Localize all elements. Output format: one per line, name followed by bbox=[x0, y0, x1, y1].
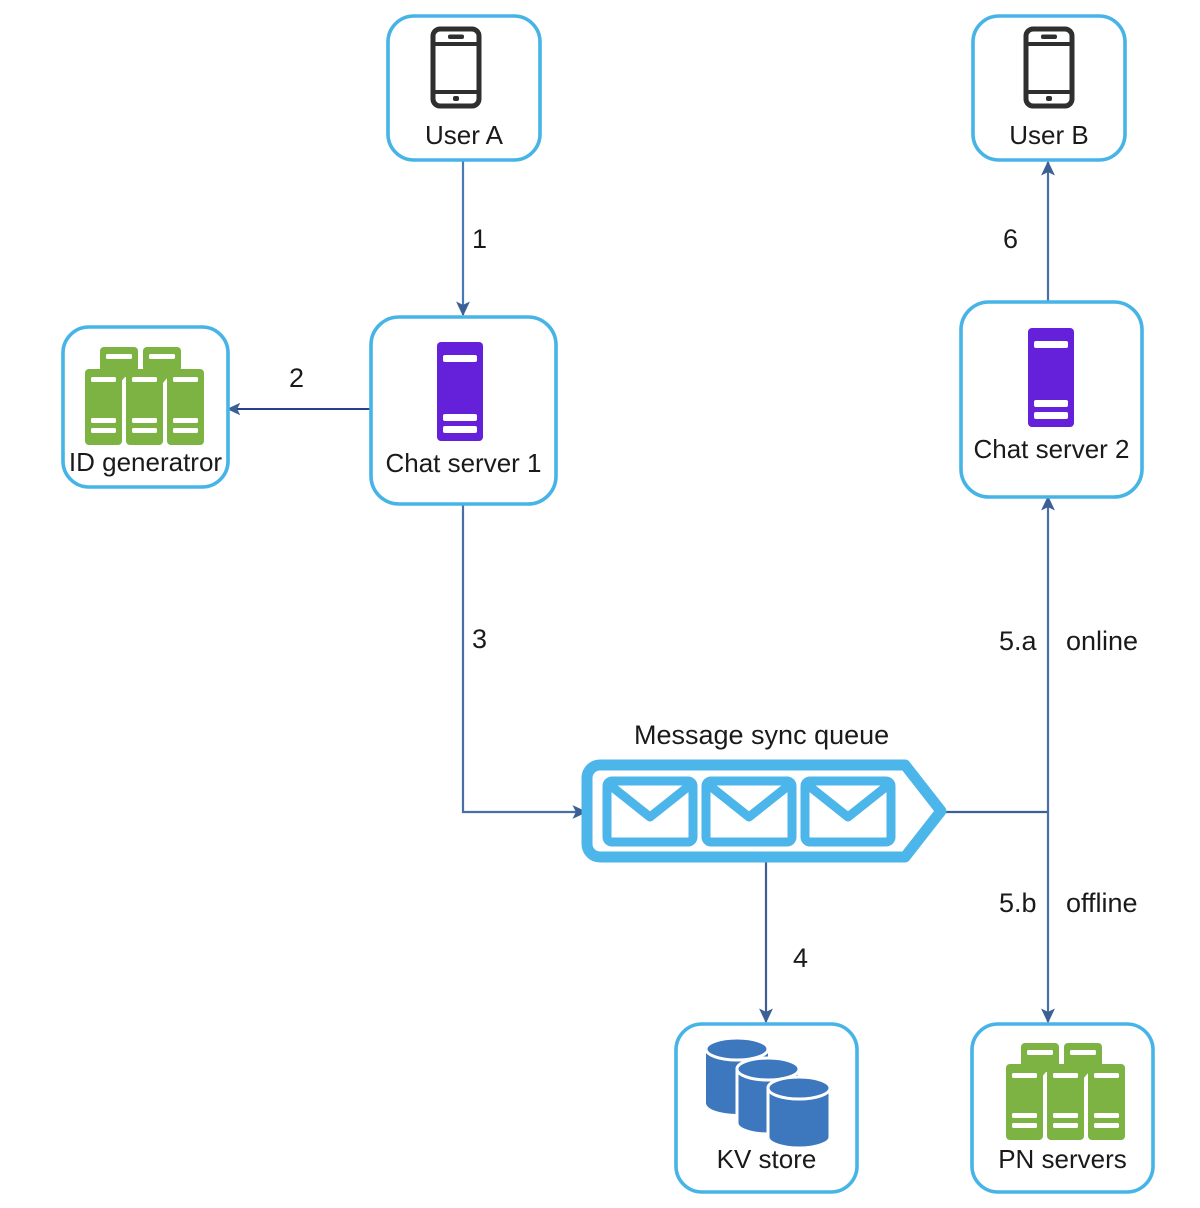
envelope-icon bbox=[800, 776, 896, 847]
pn-servers-label: PN servers bbox=[998, 1144, 1127, 1174]
edge-label-4: 4 bbox=[793, 943, 809, 973]
node-chat-server-2[interactable] bbox=[959, 300, 1144, 499]
server-purple-icon bbox=[1028, 328, 1074, 427]
message-sync-queue-label: Message sync queue bbox=[634, 720, 890, 750]
id-generator-label: ID generatror bbox=[68, 447, 223, 477]
kv-store-label: KV store bbox=[716, 1144, 817, 1174]
mobile-phone-icon bbox=[430, 26, 482, 109]
chat-server-1-label: Chat server 1 bbox=[385, 448, 542, 478]
edge-label-6: 6 bbox=[1003, 224, 1019, 254]
edge-label-5b: 5.b bbox=[999, 888, 1037, 918]
edge-label-2: 2 bbox=[289, 363, 305, 393]
envelope-icon bbox=[602, 776, 698, 847]
diagram-canvas: User A User B ID generatror Chat server … bbox=[0, 0, 1200, 1208]
node-message-sync-queue[interactable] bbox=[581, 759, 947, 863]
user-b-label: User B bbox=[1009, 120, 1089, 150]
edge-label-5a: 5.a bbox=[999, 626, 1037, 656]
chat-server-2-label: Chat server 2 bbox=[973, 434, 1130, 464]
mobile-phone-icon bbox=[1023, 26, 1075, 109]
edge-note-5a-online: online bbox=[1066, 626, 1139, 656]
user-a-label: User A bbox=[424, 120, 504, 150]
edge-note-5b-offline: offline bbox=[1066, 888, 1138, 918]
edge-label-3: 3 bbox=[472, 624, 488, 654]
edge-label-1: 1 bbox=[472, 224, 488, 254]
server-purple-icon bbox=[437, 342, 483, 441]
envelope-icon bbox=[701, 776, 797, 847]
nodes-layer bbox=[61, 14, 1155, 1194]
